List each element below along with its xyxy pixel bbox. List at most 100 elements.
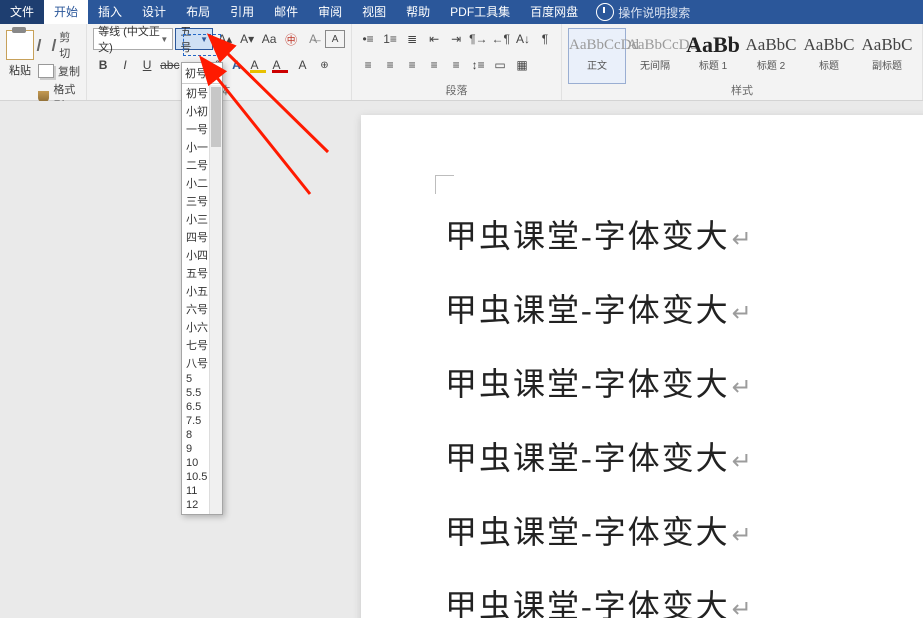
font-color-button[interactable]: A bbox=[270, 54, 290, 76]
strike-button[interactable]: abc bbox=[159, 54, 180, 76]
tab-references[interactable]: 引用 bbox=[220, 0, 264, 24]
paragraph-mark-icon: ↵ bbox=[732, 523, 754, 549]
cut-button[interactable]: 剪切 bbox=[38, 29, 80, 61]
font-name-combo[interactable]: 等线 (中文正文)▼ bbox=[93, 28, 173, 50]
tab-baidu-netdisk[interactable]: 百度网盘 bbox=[520, 0, 588, 24]
group-paragraph: •≡ 1≡ ≣ ⇤ ⇥ ¶→ ←¶ A↓ ¶ ≡ ≡ ≡ ≡ ≡ ↕≡ bbox=[352, 24, 562, 100]
grow-font-button[interactable]: A▴ bbox=[215, 28, 235, 50]
align-right-button[interactable]: ≡ bbox=[402, 54, 422, 76]
style-item-0[interactable]: AaBbCcDd正文 bbox=[568, 28, 626, 84]
style-item-3[interactable]: AaBbC标题 2 bbox=[742, 28, 800, 84]
style-preview: AaBbC bbox=[801, 33, 857, 57]
rtl-button[interactable]: ←¶ bbox=[491, 28, 511, 50]
stepper-icon[interactable]: ▲▼ bbox=[213, 67, 219, 79]
borders-button[interactable]: ▦ bbox=[512, 54, 532, 76]
style-preview: AaBbCcDd bbox=[569, 33, 625, 57]
font-size-combo[interactable]: 五号▼ bbox=[175, 28, 213, 50]
change-case-button[interactable]: Aa bbox=[259, 28, 279, 50]
document-area[interactable]: 甲虫课堂-字体变大↵ 甲虫课堂-字体变大↵ 甲虫课堂-字体变大↵ 甲虫课堂-字体变大↵… bbox=[0, 101, 923, 618]
clear-formatting-button[interactable]: A̶ bbox=[303, 28, 323, 50]
tab-pdf-tools[interactable]: PDF工具集 bbox=[440, 0, 520, 24]
text-effects-button[interactable]: A bbox=[226, 54, 246, 76]
tab-home[interactable]: 开始 bbox=[44, 0, 88, 24]
sort-button[interactable]: A↓ bbox=[513, 28, 533, 50]
highlight-button[interactable]: A bbox=[248, 54, 268, 76]
style-name: 正文 bbox=[569, 57, 625, 72]
bullets-button[interactable]: •≡ bbox=[358, 28, 378, 50]
tab-view[interactable]: 视图 bbox=[352, 0, 396, 24]
group-styles: AaBbCcDd正文AaBbCcDd无间隔AaBb标题 1AaBbC标题 2Aa… bbox=[562, 24, 923, 100]
tab-review[interactable]: 审阅 bbox=[308, 0, 352, 24]
paragraph-mark-icon: ↵ bbox=[732, 449, 754, 475]
increase-indent-button[interactable]: ⇥ bbox=[446, 28, 466, 50]
dropdown-scrollbar[interactable] bbox=[209, 85, 222, 514]
cut-icon bbox=[37, 39, 57, 51]
style-name: 无间隔 bbox=[627, 57, 683, 72]
document-line[interactable]: 甲虫课堂-字体变大↵ bbox=[445, 433, 754, 479]
tab-help[interactable]: 帮助 bbox=[396, 0, 440, 24]
style-preview: AaBbC bbox=[743, 33, 799, 57]
copy-icon bbox=[38, 64, 54, 78]
style-name: 标题 1 bbox=[685, 57, 741, 72]
document-line[interactable]: 甲虫课堂-字体变大↵ bbox=[445, 507, 754, 553]
style-preview: AaBb bbox=[685, 33, 741, 57]
paragraph-mark-icon: ↵ bbox=[732, 597, 754, 618]
style-item-1[interactable]: AaBbCcDd无间隔 bbox=[626, 28, 684, 84]
margin-corner-icon bbox=[435, 175, 454, 194]
ribbon: 粘贴 剪切 复制 格式刷 剪贴板 等线 (中文正文)▼ 五号▼ A▴ A▾ Aa bbox=[0, 24, 923, 101]
style-preview: AaBbC bbox=[859, 33, 915, 57]
font-size-dropdown[interactable]: 初号 ▲▼ 初号小初一号小一二号小二三号小三四号小四五号小五六号小六七号八号55… bbox=[181, 62, 223, 515]
tab-file[interactable]: 文件 bbox=[0, 0, 44, 24]
style-item-5[interactable]: AaBbC副标题 bbox=[858, 28, 916, 84]
phonetic-guide-button[interactable]: ㊥ bbox=[281, 28, 301, 50]
font-size-dropdown-input[interactable]: 初号 ▲▼ bbox=[182, 63, 222, 84]
multilevel-button[interactable]: ≣ bbox=[402, 28, 422, 50]
numbering-button[interactable]: 1≡ bbox=[380, 28, 400, 50]
style-item-2[interactable]: AaBb标题 1 bbox=[684, 28, 742, 84]
document-line[interactable]: 甲虫课堂-字体变大↵ bbox=[445, 359, 754, 405]
document-line[interactable]: 甲虫课堂-字体变大↵ bbox=[445, 581, 754, 618]
tab-design[interactable]: 设计 bbox=[132, 0, 176, 24]
group-label-paragraph: 段落 bbox=[358, 84, 555, 98]
copy-button[interactable]: 复制 bbox=[38, 63, 80, 79]
char-border-button[interactable]: ⊕ bbox=[314, 54, 334, 76]
align-center-button[interactable]: ≡ bbox=[380, 54, 400, 76]
distribute-button[interactable]: ≡ bbox=[446, 54, 466, 76]
style-name: 副标题 bbox=[859, 57, 915, 72]
paste-button[interactable]: 粘贴 bbox=[9, 62, 31, 78]
paragraph-mark-icon: ↵ bbox=[732, 301, 754, 327]
tell-me-search[interactable]: 操作说明搜索 bbox=[618, 4, 690, 21]
group-label-styles: 样式 bbox=[568, 84, 916, 98]
show-marks-button[interactable]: ¶ bbox=[535, 28, 555, 50]
shading-button[interactable]: ▭ bbox=[490, 54, 510, 76]
style-name: 标题 2 bbox=[743, 57, 799, 72]
tab-layout[interactable]: 布局 bbox=[176, 0, 220, 24]
group-clipboard: 粘贴 剪切 复制 格式刷 剪贴板 bbox=[0, 24, 87, 100]
shrink-font-button[interactable]: A▾ bbox=[237, 28, 257, 50]
char-shading-button[interactable]: A bbox=[292, 54, 312, 76]
bold-button[interactable]: B bbox=[93, 54, 113, 76]
tab-insert[interactable]: 插入 bbox=[88, 0, 132, 24]
document-line[interactable]: 甲虫课堂-字体变大↵ bbox=[445, 285, 754, 331]
enclose-char-button[interactable]: A bbox=[325, 30, 345, 48]
italic-button[interactable]: I bbox=[115, 54, 135, 76]
style-name: 标题 bbox=[801, 57, 857, 72]
chevron-down-icon: ▼ bbox=[160, 35, 168, 44]
paste-icon[interactable] bbox=[6, 30, 34, 60]
paragraph-mark-icon: ↵ bbox=[732, 227, 754, 253]
style-item-4[interactable]: AaBbC标题 bbox=[800, 28, 858, 84]
document-line[interactable]: 甲虫课堂-字体变大↵ bbox=[445, 211, 754, 257]
chevron-down-icon: ▼ bbox=[200, 35, 208, 44]
underline-button[interactable]: U bbox=[137, 54, 157, 76]
paragraph-mark-icon: ↵ bbox=[732, 375, 754, 401]
justify-button[interactable]: ≡ bbox=[424, 54, 444, 76]
ltr-button[interactable]: ¶→ bbox=[468, 28, 488, 50]
tab-mail[interactable]: 邮件 bbox=[264, 0, 308, 24]
align-left-button[interactable]: ≡ bbox=[358, 54, 378, 76]
page[interactable]: 甲虫课堂-字体变大↵ 甲虫课堂-字体变大↵ 甲虫课堂-字体变大↵ 甲虫课堂-字体变大↵… bbox=[361, 115, 923, 618]
tell-me-icon bbox=[596, 3, 614, 21]
decrease-indent-button[interactable]: ⇤ bbox=[424, 28, 444, 50]
style-preview: AaBbCcDd bbox=[627, 33, 683, 57]
line-spacing-button[interactable]: ↕≡ bbox=[468, 54, 488, 76]
scrollbar-thumb[interactable] bbox=[211, 87, 221, 147]
